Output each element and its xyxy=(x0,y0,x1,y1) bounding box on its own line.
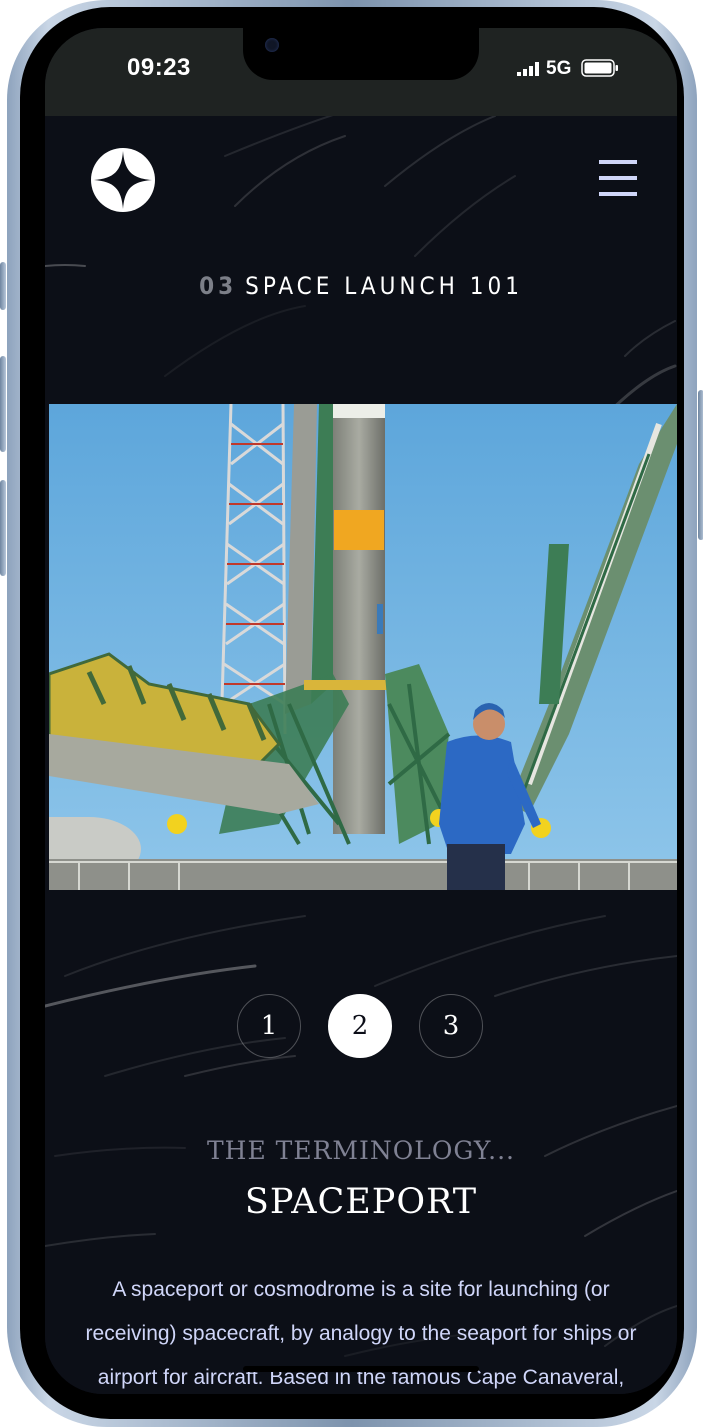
slide-description: A spaceport or cosmodrome is a site for … xyxy=(85,1278,637,1389)
notch xyxy=(243,28,479,80)
battery-icon xyxy=(581,59,618,77)
slide-dot-2[interactable]: 2 xyxy=(328,994,392,1058)
slide-dot-1[interactable]: 1 xyxy=(237,994,301,1058)
status-bar: 09:23 5G xyxy=(45,28,677,116)
page-title: 03 SPACE LAUNCH 101 xyxy=(45,272,677,300)
star-logo-icon[interactable] xyxy=(91,148,155,212)
section-number: 03 xyxy=(199,272,238,300)
home-indicator[interactable] xyxy=(243,1366,479,1372)
phone-power-button xyxy=(698,390,703,540)
phone-volume-up-button xyxy=(0,356,6,452)
phone-volume-down-button xyxy=(0,480,6,576)
phone-frame: 09:23 5G 03 SPACE LAUNCH 101 1 2 3 THE T… xyxy=(0,0,703,1427)
front-camera-icon xyxy=(265,38,279,52)
section-title: SPACE LAUNCH 101 xyxy=(245,272,523,300)
phone-screen: 09:23 5G 03 SPACE LAUNCH 101 1 2 3 THE T… xyxy=(45,28,677,1394)
slide-title: SPACEPORT xyxy=(244,1182,478,1222)
slide-dot-3[interactable]: 3 xyxy=(419,994,483,1058)
network-label: 5G xyxy=(546,58,572,79)
status-time: 09:23 xyxy=(127,54,191,81)
slide-pagination: 1 2 3 xyxy=(237,994,485,1058)
slide-eyebrow: THE TERMINOLOGY... xyxy=(206,1136,515,1165)
hamburger-menu-icon[interactable] xyxy=(597,158,639,198)
launch-vehicle-image xyxy=(49,404,677,890)
web-page[interactable]: 03 SPACE LAUNCH 101 1 2 3 THE TERMINOLOG… xyxy=(45,116,677,1394)
signal-bars-icon xyxy=(517,62,539,76)
phone-side-button xyxy=(0,262,6,310)
